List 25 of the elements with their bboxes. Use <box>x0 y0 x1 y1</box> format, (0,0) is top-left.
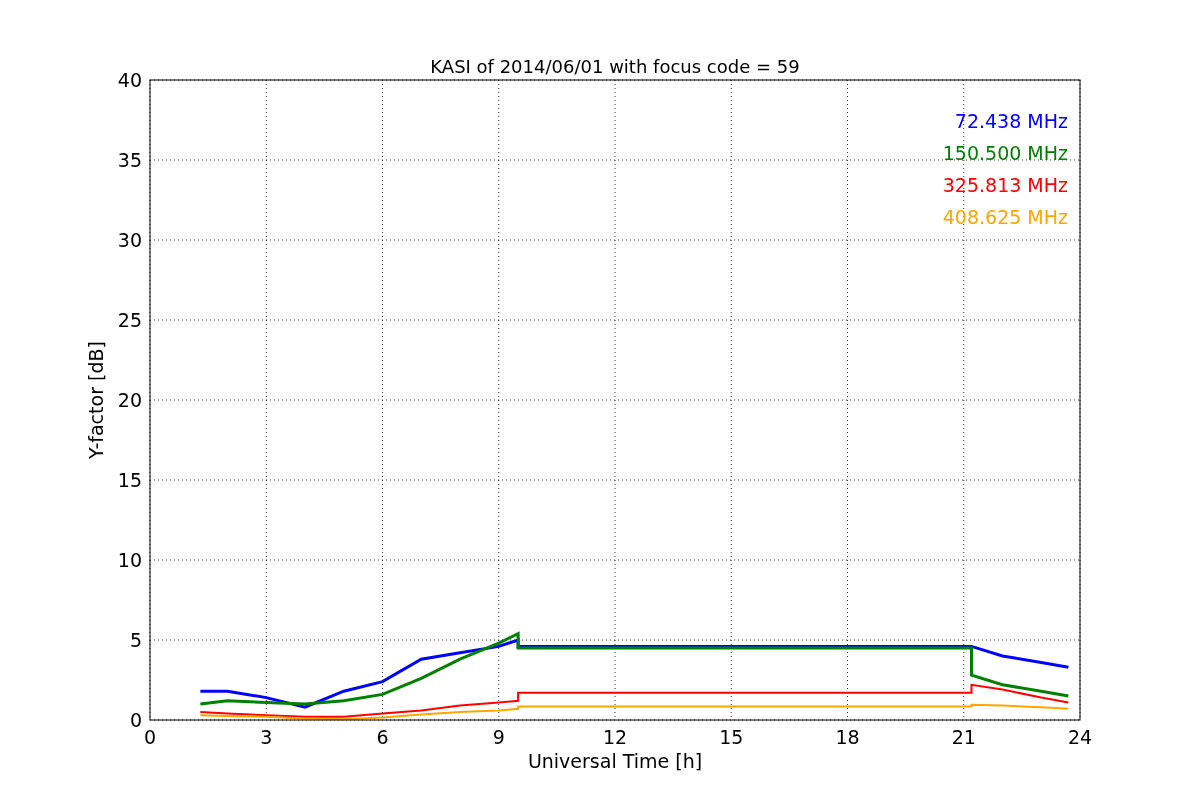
x-tick-label: 24 <box>1067 726 1093 748</box>
y-tick-label: 15 <box>117 469 142 491</box>
y-axis-label: Y-factor [dB] <box>85 341 107 459</box>
x-tick-label: 12 <box>602 726 628 748</box>
x-tick-label: 21 <box>951 726 976 748</box>
y-tick-label: 20 <box>117 389 142 411</box>
y-tick-label: 10 <box>117 549 142 571</box>
legend-label: 325.813 MHz <box>942 174 1068 196</box>
legend-label: 408.625 MHz <box>942 206 1068 228</box>
x-tick-label: 0 <box>143 726 157 748</box>
y-tick-label: 5 <box>129 629 142 651</box>
legend-label: 150.500 MHz <box>942 142 1068 164</box>
y-tick-label: 35 <box>117 149 142 171</box>
y-tick-label: 40 <box>117 69 142 91</box>
x-tick-label: 3 <box>260 726 273 748</box>
y-tick-label: 25 <box>117 309 142 331</box>
x-tick-label: 9 <box>492 726 505 748</box>
x-tick-label: 6 <box>376 726 389 748</box>
y-tick-label: 0 <box>129 709 142 731</box>
y-tick-label: 30 <box>117 229 142 251</box>
legend-label: 72.438 MHz <box>954 110 1068 132</box>
x-tick-label: 15 <box>719 726 744 748</box>
chart-title: KASI of 2014/06/01 with focus code = 59 <box>430 56 800 77</box>
x-axis-label: Universal Time [h] <box>527 750 703 772</box>
x-tick-label: 18 <box>835 726 860 748</box>
